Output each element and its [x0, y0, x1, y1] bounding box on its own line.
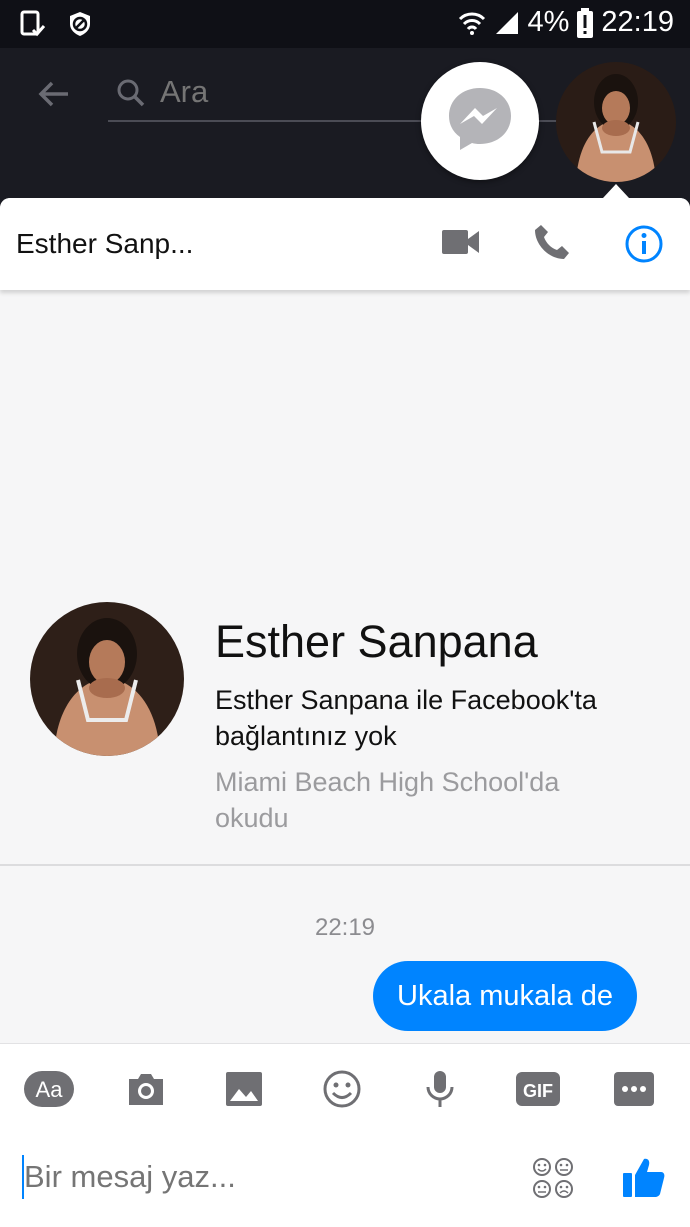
clock: 22:19: [601, 6, 674, 38]
gallery-icon[interactable]: [224, 1069, 264, 1114]
profile-card: Esther Sanpana Esther Sanpana ile Facebo…: [0, 598, 690, 866]
contact-avatar-chat-head[interactable]: [556, 62, 676, 182]
battery-percent: 4%: [527, 6, 570, 38]
avatar: [556, 62, 676, 182]
message-input[interactable]: [24, 1159, 404, 1195]
profile-avatar[interactable]: [30, 602, 184, 756]
messenger-icon: [445, 84, 515, 159]
camera-icon[interactable]: [126, 1069, 166, 1114]
text-format-icon[interactable]: Aa: [24, 1069, 74, 1114]
profile-school: Miami Beach High School'da okudu: [215, 767, 560, 833]
composer-toolbar: Aa GIF: [0, 1043, 690, 1139]
status-bar: 4% 22:19: [0, 0, 690, 48]
text-format-label: Aa: [36, 1077, 64, 1102]
video-camera-icon[interactable]: [442, 228, 480, 261]
gif-icon[interactable]: GIF: [516, 1069, 560, 1114]
signal-icon: [494, 10, 520, 36]
arrow-left-icon[interactable]: [34, 74, 74, 119]
chat-head-pointer: [603, 184, 629, 198]
battery-alert-icon: [577, 7, 594, 38]
emoji-icon[interactable]: [322, 1069, 362, 1114]
outgoing-message-bubble[interactable]: Ukala mukala de: [373, 961, 637, 1031]
more-icon[interactable]: [614, 1069, 654, 1114]
conversation-header: Esther Sanp...: [0, 198, 690, 290]
conversation-title[interactable]: Esther Sanp...: [16, 228, 193, 260]
blocked-icon: [68, 11, 92, 37]
phone-icon[interactable]: [533, 223, 571, 266]
gif-label: GIF: [523, 1081, 553, 1101]
message-composer: [0, 1139, 690, 1227]
profile-name: Esther Sanpana: [215, 616, 538, 667]
microphone-icon[interactable]: [420, 1069, 460, 1114]
wifi-icon: [458, 10, 486, 36]
thumbs-up-icon[interactable]: [622, 1155, 666, 1204]
connection-status: Esther Sanpana ile Facebook'ta bağlantın…: [215, 685, 597, 751]
messenger-chat-head[interactable]: [421, 62, 539, 180]
conversation-panel: Esther Sanp... Esther Sanpana Esther San…: [0, 198, 690, 1227]
search-input[interactable]: [160, 74, 460, 110]
info-icon[interactable]: [624, 224, 664, 269]
message-timestamp: 22:19: [314, 914, 376, 941]
sticker-icon[interactable]: [532, 1157, 574, 1204]
search-icon: [116, 78, 146, 113]
avatar: [30, 602, 184, 756]
phone-notification-icon: [20, 10, 46, 38]
